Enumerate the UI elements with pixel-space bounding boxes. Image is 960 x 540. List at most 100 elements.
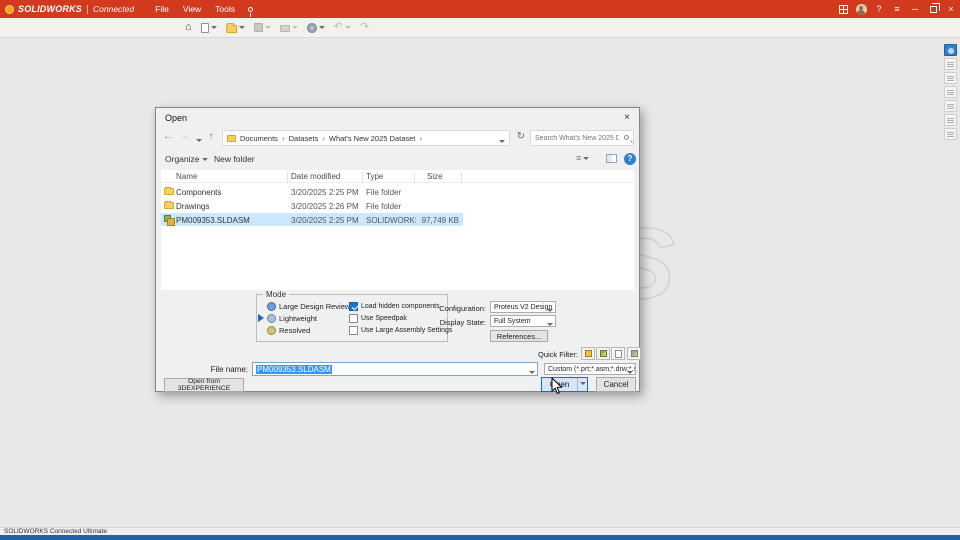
change-view-button[interactable]: ≡ [576, 154, 590, 163]
file-name-input[interactable]: PM009353.SLDASM [252, 362, 538, 376]
quick-filter-edit-button[interactable] [627, 347, 641, 360]
new-document-button[interactable] [200, 22, 217, 33]
minimize-button[interactable]: ─ [906, 0, 924, 18]
undo-button[interactable]: ↶ [334, 22, 351, 33]
close-button[interactable]: × [942, 0, 960, 18]
organize-button[interactable]: Organize [165, 154, 208, 164]
column-header-type[interactable]: Type [366, 172, 383, 181]
file-row-drawings[interactable]: Drawings 3/20/2025 2:26 PM File folder [161, 199, 463, 212]
taskpane-design-library-icon[interactable] [944, 58, 957, 70]
status-bar: SOLIDWORKS Connected Ultimate [0, 527, 960, 535]
options-caret-icon [318, 26, 325, 32]
nav-history-caret-icon[interactable] [196, 139, 202, 145]
redo-button[interactable]: ↷ [360, 22, 369, 33]
column-header-date-modified[interactable]: Date modified [291, 172, 340, 181]
open-file-button[interactable] [225, 22, 245, 33]
taskpane-3dexperience-icon[interactable] [944, 44, 957, 56]
save-button[interactable] [253, 23, 271, 32]
checkbox-icon [349, 314, 358, 323]
taskpane-view-palette-icon[interactable] [944, 86, 957, 98]
taskpane-forum-icon[interactable] [944, 128, 957, 140]
assembly-file-icon [164, 215, 175, 226]
open-button[interactable]: Open [541, 377, 588, 392]
search-input[interactable] [531, 131, 619, 144]
open-file-icon [225, 22, 237, 33]
file-size-cell: 97,749 KB [421, 215, 459, 225]
new-folder-button[interactable]: New folder [214, 154, 255, 164]
open-split-caret[interactable] [577, 378, 587, 391]
quick-filter-assemblies-button[interactable] [596, 347, 610, 360]
file-type-dropdown[interactable]: Custom (*.prt;*.asm;*.drw;*.sld [544, 363, 636, 375]
breadcrumb-item-documents[interactable]: Documents [240, 134, 278, 143]
mode-option-large-design-review[interactable]: Large Design Review [267, 301, 350, 312]
mode-option-resolved[interactable]: Resolved [267, 325, 310, 336]
taskpane-file-explorer-icon[interactable] [944, 72, 957, 84]
taskpane-appearances-icon[interactable] [944, 100, 957, 112]
checkbox-label: Use Large Assembly Settings [361, 327, 453, 334]
help-button[interactable]: ? [870, 0, 888, 18]
checkbox-label: Use Speedpak [361, 315, 407, 322]
file-type-cell: File folder [366, 201, 402, 211]
display-state-dropdown[interactable]: Full System [490, 315, 556, 327]
file-name-cell: Components [176, 187, 222, 197]
quick-filter-parts-button[interactable] [581, 347, 595, 360]
new-document-caret-icon [210, 26, 217, 32]
home-button[interactable]: ⌂ [185, 22, 192, 33]
breadcrumb-chevron-icon[interactable]: › [282, 134, 285, 143]
breadcrumb-chevron-icon[interactable]: › [419, 134, 422, 143]
open-dialog-title: Open [165, 113, 188, 123]
restore-button[interactable] [924, 0, 942, 18]
pin-menu-icon[interactable] [247, 6, 253, 17]
options-button[interactable] [306, 22, 325, 33]
breadcrumb[interactable]: Documents › Datasets › What's New 2025 D… [222, 130, 510, 146]
restore-icon [929, 3, 940, 13]
display-state-caret-icon [547, 323, 553, 326]
breadcrumb-item-datasets[interactable]: Datasets [289, 134, 319, 143]
display-state-value: Full System [494, 317, 531, 325]
apps-grid-button[interactable] [834, 0, 852, 18]
display-state-label: Display State: [439, 318, 486, 327]
open-dialog-close-button[interactable]: × [618, 110, 636, 125]
references-button[interactable]: References... [490, 330, 548, 342]
open-from-3dexperience-button[interactable]: Open from 3DEXPERIENCE [164, 378, 244, 392]
dialog-help-button[interactable]: ? [624, 153, 636, 165]
user-avatar[interactable] [852, 0, 870, 18]
file-date-cell: 3/20/2025 2:25 PM [291, 187, 359, 197]
breadcrumb-item-dataset-folder[interactable]: What's New 2025 Dataset [329, 134, 415, 143]
breadcrumb-chevron-icon[interactable]: › [322, 134, 325, 143]
app-window: SOLIDWORKS Connected File View Tools ? ≡… [0, 0, 960, 540]
column-header-size[interactable]: Size [427, 172, 443, 181]
file-name-caret-icon[interactable] [529, 371, 535, 377]
cancel-button[interactable]: Cancel [596, 377, 636, 392]
file-type-cell: File folder [366, 187, 402, 197]
file-row-pm009353[interactable]: PM009353.SLDASM 3/20/2025 2:25 PM SOLIDW… [161, 213, 463, 226]
task-pane-tabs [944, 44, 959, 140]
nav-forward-button[interactable]: → [177, 131, 191, 142]
configuration-label: Configuration: [439, 304, 486, 313]
resolved-icon [267, 326, 276, 335]
configuration-dropdown[interactable]: Proteus V2 Design [490, 301, 556, 313]
file-row-components[interactable]: Components 3/20/2025 2:25 PM File folder [161, 185, 463, 198]
nav-up-button[interactable]: ↑ [204, 131, 218, 142]
quick-filter-drawings-button[interactable] [611, 347, 625, 360]
solidworks-logo-icon [5, 4, 14, 14]
breadcrumb-dropdown-caret-icon[interactable] [499, 140, 505, 146]
column-header-name[interactable]: Name [176, 172, 197, 181]
nav-back-button[interactable]: ← [161, 131, 175, 142]
preview-pane-button[interactable] [606, 154, 617, 163]
save-caret-icon [264, 26, 271, 32]
menu-file[interactable]: File [148, 4, 176, 14]
more-menu-button[interactable]: ≡ [888, 0, 906, 18]
brand-separator [87, 4, 88, 14]
mode-option-lightweight[interactable]: Lightweight [267, 313, 317, 324]
open-dialog-titlebar[interactable]: Open × [156, 108, 639, 128]
refresh-button[interactable]: ↻ [514, 131, 528, 142]
checkbox-use-speedpak[interactable]: Use Speedpak [349, 313, 407, 324]
taskpane-custom-properties-icon[interactable] [944, 114, 957, 126]
menu-tools[interactable]: Tools [208, 4, 242, 14]
status-text: SOLIDWORKS Connected Ultimate [4, 528, 107, 535]
menu-view[interactable]: View [176, 4, 208, 14]
print-button[interactable] [279, 23, 298, 32]
main-toolbar: ⌂ ↶ ↷ [0, 18, 960, 38]
print-icon [279, 25, 290, 32]
